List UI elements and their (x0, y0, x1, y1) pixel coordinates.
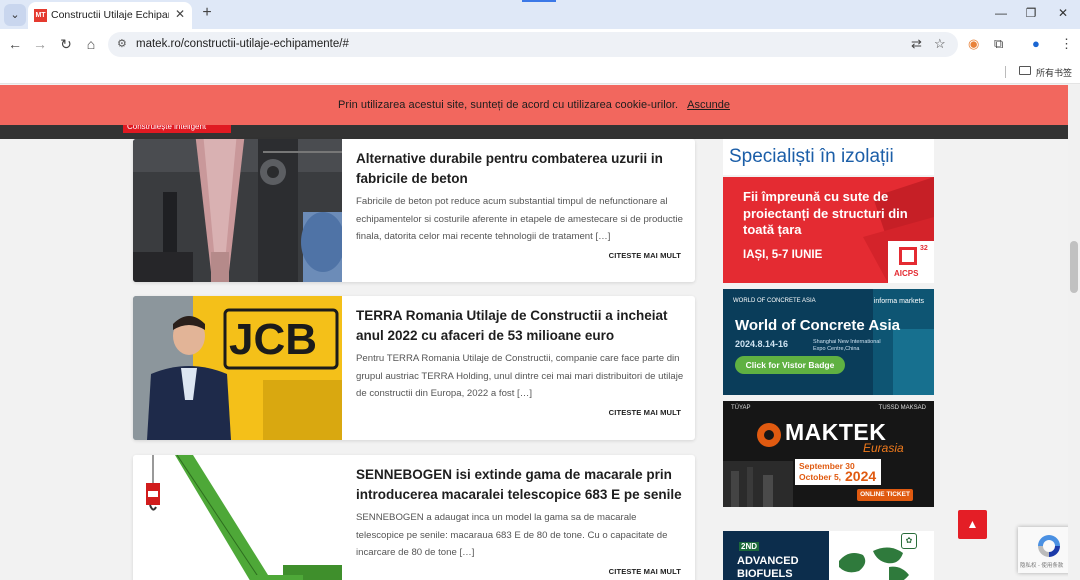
aicps-logo-text: AICPS (894, 269, 919, 278)
browser-toolbar: ← → ↻ ⌂ ⚙ matek.ro/constructii-utilaje-e… (0, 29, 1080, 60)
biofuels-line2: BIOFUELS (737, 567, 793, 580)
article-card[interactable]: JCB TERRA Romania Utilaje de Constructii… (133, 296, 695, 440)
article-image[interactable]: JCB (133, 296, 342, 440)
article-excerpt: SENNEBOGEN a adaugat inca un model la ga… (356, 512, 668, 558)
ad-aicps-headline: Fii împreună cu sute de proiectanți de s… (743, 189, 908, 237)
partner-logos: TUSSD MAKSAD (878, 405, 926, 411)
puzzle-icon[interactable]: ⧉ (994, 36, 1003, 52)
read-more-link[interactable]: CITESTE MAI MULT (609, 567, 681, 576)
cookie-hide-link[interactable]: Ascunde (687, 99, 730, 111)
ad-aicps[interactable]: Fii împreună cu sute de proiectanți de s… (723, 177, 934, 283)
site-info-icon[interactable]: ⚙ (117, 37, 127, 50)
online-ticket-button[interactable]: ONLINE TICKET (857, 489, 913, 501)
aicps-logo: 32 AICPS (888, 241, 934, 283)
world-map-image (839, 547, 909, 580)
arrow-up-icon[interactable]: ▲ (958, 510, 987, 539)
ad-izolatii-text: Specialiști în izolații (729, 146, 894, 167)
recaptcha-label[interactable]: 隐私权 - 使用条款 (1020, 561, 1063, 569)
leaf-icon: ✿ (901, 533, 917, 549)
chevron-down-icon: ⌄ (10, 9, 20, 21)
page-scrollbar-thumb[interactable] (1070, 241, 1078, 293)
article-card[interactable]: Alternative durabile pentru combaterea u… (133, 139, 695, 282)
woc-brand-logo: WORLD OF CONCRETE ASIA (733, 298, 816, 304)
reload-icon[interactable]: ↻ (57, 36, 75, 53)
folder-icon[interactable] (1019, 66, 1031, 75)
ad-world-of-concrete[interactable]: WORLD OF CONCRETE ASIA informa markets W… (723, 289, 934, 395)
article-title[interactable]: SENNEBOGEN isi extinde gama de macarale … (356, 465, 686, 505)
recaptcha-icon (1038, 535, 1060, 557)
tuyap-logo: TÜYAP (731, 405, 751, 411)
woc-title: World of Concrete Asia (735, 317, 901, 334)
maktek-year: 2024 (845, 468, 877, 484)
minimize-icon[interactable]: — (993, 6, 1009, 20)
article-title[interactable]: TERRA Romania Utilaje de Constructii a i… (356, 306, 686, 346)
tabstrip-indicator (522, 0, 556, 2)
woc-date: 2024.8.14-16 (735, 339, 789, 349)
article-excerpt: Fabricile de beton pot reduce acum subst… (356, 196, 683, 242)
profile-icon[interactable]: ● (1032, 36, 1040, 51)
browser-tabstrip: ⌄ MT Constructii Utilaje Echipamente ✕ +… (0, 0, 1080, 29)
arrow-right-icon[interactable]: → (31, 36, 49, 52)
cookie-text: Prin utilizarea acestui site, sunteți de… (338, 99, 679, 111)
woc-visitor-badge-button[interactable]: Click for Vistor Badge (735, 356, 845, 374)
biofuels-title: ADVANCED BIOFUELS (737, 555, 799, 580)
address-bar[interactable]: ⚙ matek.ro/constructii-utilaje-echipamen… (108, 32, 958, 57)
aicps-logo-mark (899, 247, 917, 265)
page-viewport: Construiește inteligent Prin utilizarea … (0, 85, 1080, 580)
page-scrollbar[interactable] (1068, 85, 1080, 580)
maximize-icon[interactable]: ❐ (1023, 6, 1039, 20)
kebab-menu-icon[interactable]: ⋮ (1060, 36, 1073, 52)
maktek-subtitle: Eurasia (863, 441, 904, 455)
ad-izolatii[interactable]: Specialiști în izolații (723, 139, 934, 175)
informa-logo: informa markets (873, 298, 924, 305)
close-icon[interactable]: ✕ (175, 7, 185, 21)
translate-icon[interactable]: ⇄ (911, 36, 922, 52)
jcb-machine-image: JCB (133, 296, 342, 440)
home-icon[interactable]: ⌂ (82, 36, 100, 52)
bookmarks-separator (1005, 66, 1006, 78)
jcb-logo-text: JCB (229, 315, 317, 364)
article-excerpt: Pentru TERRA Romania Utilaje de Construc… (356, 353, 684, 399)
read-more-link[interactable]: CITESTE MAI MULT (609, 251, 681, 260)
article-card[interactable]: SENNEBOGEN isi extinde gama de macarale … (133, 455, 695, 580)
biofuels-badge: 2ND (739, 542, 760, 551)
ad-biofuels[interactable]: 2ND ADVANCED BIOFUELS ✿ (723, 531, 934, 580)
industrial-pipe-image (133, 139, 342, 282)
browser-tab-active[interactable]: MT Constructii Utilaje Echipamente ✕ (28, 2, 192, 29)
article-image[interactable] (133, 455, 342, 580)
article-image[interactable] (133, 139, 342, 282)
read-more-link[interactable]: CITESTE MAI MULT (609, 408, 681, 417)
tab-title: Constructii Utilaje Echipamente (51, 9, 169, 21)
extension-icon[interactable]: ◉ (968, 36, 979, 52)
article-title[interactable]: Alternative durabile pentru combaterea u… (356, 149, 686, 189)
ad-biofuels-panel: 2ND ADVANCED BIOFUELS (723, 531, 829, 580)
woc-venue: Shanghai New International Expo Centre,C… (813, 339, 881, 352)
tab-search-button[interactable]: ⌄ (4, 4, 26, 26)
star-icon[interactable]: ☆ (934, 36, 946, 52)
arrow-left-icon[interactable]: ← (6, 36, 24, 52)
bookmarks-bar: 所有书签 (0, 60, 1080, 84)
url-text[interactable]: matek.ro/constructii-utilaje-echipamente… (136, 38, 349, 50)
green-crane-image (133, 455, 342, 580)
aicps-logo-number: 32 (920, 245, 928, 252)
favicon-icon: MT (34, 9, 47, 22)
window-close-icon[interactable]: ✕ (1055, 6, 1071, 20)
biofuels-line1: ADVANCED (737, 555, 799, 567)
ad-aicps-date: IAȘI, 5-7 IUNIE (743, 249, 823, 261)
cookie-banner: Prin utilizarea acestui site, sunteți de… (0, 85, 1068, 125)
ad-maktek[interactable]: TÜYAP TUSSD MAKSAD MAKTEK Eurasia Septem… (723, 401, 934, 507)
all-bookmarks-label[interactable]: 所有书签 (1036, 66, 1072, 79)
plus-icon[interactable]: + (198, 4, 216, 22)
